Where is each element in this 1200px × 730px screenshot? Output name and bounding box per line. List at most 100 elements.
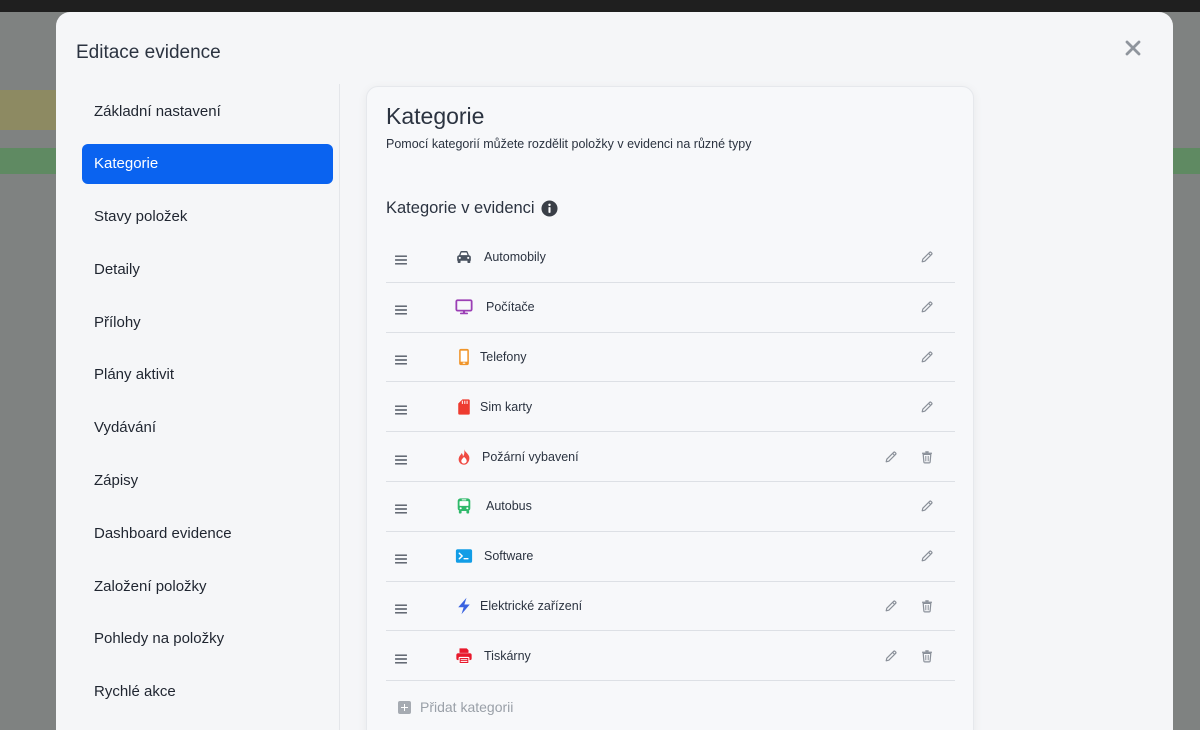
sidebar-item[interactable]: Založení položky <box>82 566 333 606</box>
sim-card-icon <box>454 397 474 417</box>
drag-handle[interactable] <box>395 551 407 564</box>
page-title: Kategorie <box>386 103 485 129</box>
category-row: Počítače <box>386 283 955 333</box>
sidebar-item[interactable]: Dashboard evidence <box>82 513 333 553</box>
edit-category-button[interactable] <box>920 350 934 364</box>
close-icon <box>1125 40 1141 56</box>
pencil-icon <box>885 650 897 662</box>
info-icon[interactable] <box>541 200 558 217</box>
section-title-text: Kategorie v evidenci <box>386 199 535 217</box>
plus-icon <box>398 700 411 714</box>
pencil-icon <box>921 401 933 413</box>
pencil-icon <box>921 550 933 562</box>
edit-category-button[interactable] <box>920 400 934 414</box>
printer-icon <box>454 646 474 666</box>
sidebar-item-label: Přílohy <box>94 313 141 331</box>
drag-handle-icon <box>395 255 407 265</box>
drag-handle[interactable] <box>395 651 407 664</box>
sidebar-item[interactable]: Kategorie <box>82 143 333 184</box>
sidebar-item-label: Stavy položek <box>94 208 188 226</box>
bus-icon <box>454 496 474 516</box>
category-row: Software <box>386 532 955 582</box>
category-label: Software <box>484 549 534 564</box>
pencil-icon <box>885 600 897 612</box>
sidebar-item[interactable]: Detaily <box>82 249 333 289</box>
category-label: Autobus <box>486 499 532 514</box>
edit-category-button[interactable] <box>920 250 934 264</box>
sidebar-item[interactable]: Přílohy <box>82 302 333 342</box>
close-button[interactable] <box>1123 38 1143 58</box>
settings-sidebar: Základní nastavení Kategorie Stavy položek… <box>82 91 333 725</box>
fire-icon <box>454 447 474 467</box>
add-category-label: Přidat kategorii <box>420 699 514 715</box>
category-label: Sim karty <box>480 399 533 414</box>
drag-handle-icon <box>395 455 407 465</box>
bolt-icon <box>454 596 474 616</box>
category-row: Požární vybavení <box>386 432 955 482</box>
sidebar-item[interactable]: Rychlé akce <box>82 672 333 712</box>
category-row: Telefony <box>386 333 955 383</box>
category-label: Automobily <box>484 250 546 265</box>
edit-category-button[interactable] <box>920 300 934 314</box>
delete-category-button[interactable] <box>920 599 934 613</box>
drag-handle-icon <box>395 504 407 514</box>
edit-category-button[interactable] <box>884 599 898 613</box>
sidebar-item-label: Založení položky <box>94 577 207 595</box>
trash-icon <box>922 450 932 464</box>
categories-card: Kategorie Pomocí kategorií můžete rozděl… <box>366 86 974 730</box>
edit-category-button[interactable] <box>884 649 898 663</box>
drag-handle-icon <box>395 405 407 415</box>
category-label: Telefony <box>480 349 527 364</box>
category-label: Požární vybavení <box>482 449 579 464</box>
drag-handle[interactable] <box>395 352 407 365</box>
sidebar-item-label: Zápisy <box>94 472 139 490</box>
sidebar-item[interactable]: Stavy položek <box>82 197 333 237</box>
category-list: Automobily Počítače Telefony Sim karty Požár… <box>386 233 955 682</box>
sidebar-item-label: Rychlé akce <box>94 683 176 701</box>
category-row: Elektrické zařízení <box>386 582 955 632</box>
pencil-icon <box>921 251 933 263</box>
drag-handle[interactable] <box>395 252 407 265</box>
pencil-icon <box>885 450 897 462</box>
drag-handle[interactable] <box>395 601 407 614</box>
sidebar-item-label: Základní nastavení <box>94 102 221 120</box>
trash-icon <box>922 649 932 663</box>
delete-category-button[interactable] <box>920 649 934 663</box>
sidebar-item[interactable]: Plány aktivit <box>82 355 333 395</box>
sidebar-item-label: Plány aktivit <box>94 366 175 384</box>
pencil-icon <box>921 301 933 313</box>
phone-icon <box>454 347 474 367</box>
category-row: Autobus <box>386 482 955 532</box>
category-row: Automobily <box>386 233 955 283</box>
sidebar-item-label: Pohledy na položky <box>94 630 225 648</box>
edit-evidence-modal: Editace evidence Základní nastavení Kateg… <box>56 12 1173 730</box>
drag-handle[interactable] <box>395 452 407 465</box>
backdrop-topbar <box>0 0 1200 12</box>
category-label: Elektrické zařízení <box>480 598 583 613</box>
page-description: Pomocí kategorií můžete rozdělit položky… <box>386 137 752 151</box>
terminal-icon <box>454 546 474 566</box>
sidebar-item[interactable]: Pohledy na položky <box>82 619 333 659</box>
section-title: Kategorie v evidenci <box>386 199 558 218</box>
car-icon <box>454 247 474 267</box>
monitor-icon <box>454 297 474 317</box>
pencil-icon <box>921 351 933 363</box>
delete-category-button[interactable] <box>920 450 934 464</box>
drag-handle-icon <box>395 654 407 664</box>
category-row: Tiskárny <box>386 631 955 682</box>
sidebar-item[interactable]: Zápisy <box>82 461 333 501</box>
edit-category-button[interactable] <box>920 549 934 563</box>
add-category-button[interactable]: Přidat kategorii <box>398 699 513 715</box>
edit-category-button[interactable] <box>920 499 934 513</box>
sidebar-item[interactable]: Základní nastavení <box>82 91 333 131</box>
drag-handle-icon <box>395 305 407 315</box>
drag-handle[interactable] <box>395 501 407 514</box>
drag-handle-icon <box>395 604 407 614</box>
drag-handle[interactable] <box>395 302 407 315</box>
backdrop-block <box>0 90 56 130</box>
sidebar-item[interactable]: Vydávání <box>82 408 333 448</box>
edit-category-button[interactable] <box>884 450 898 464</box>
category-row: Sim karty <box>386 382 955 433</box>
sidebar-item-label: Vydávání <box>94 419 156 437</box>
drag-handle[interactable] <box>395 402 407 415</box>
